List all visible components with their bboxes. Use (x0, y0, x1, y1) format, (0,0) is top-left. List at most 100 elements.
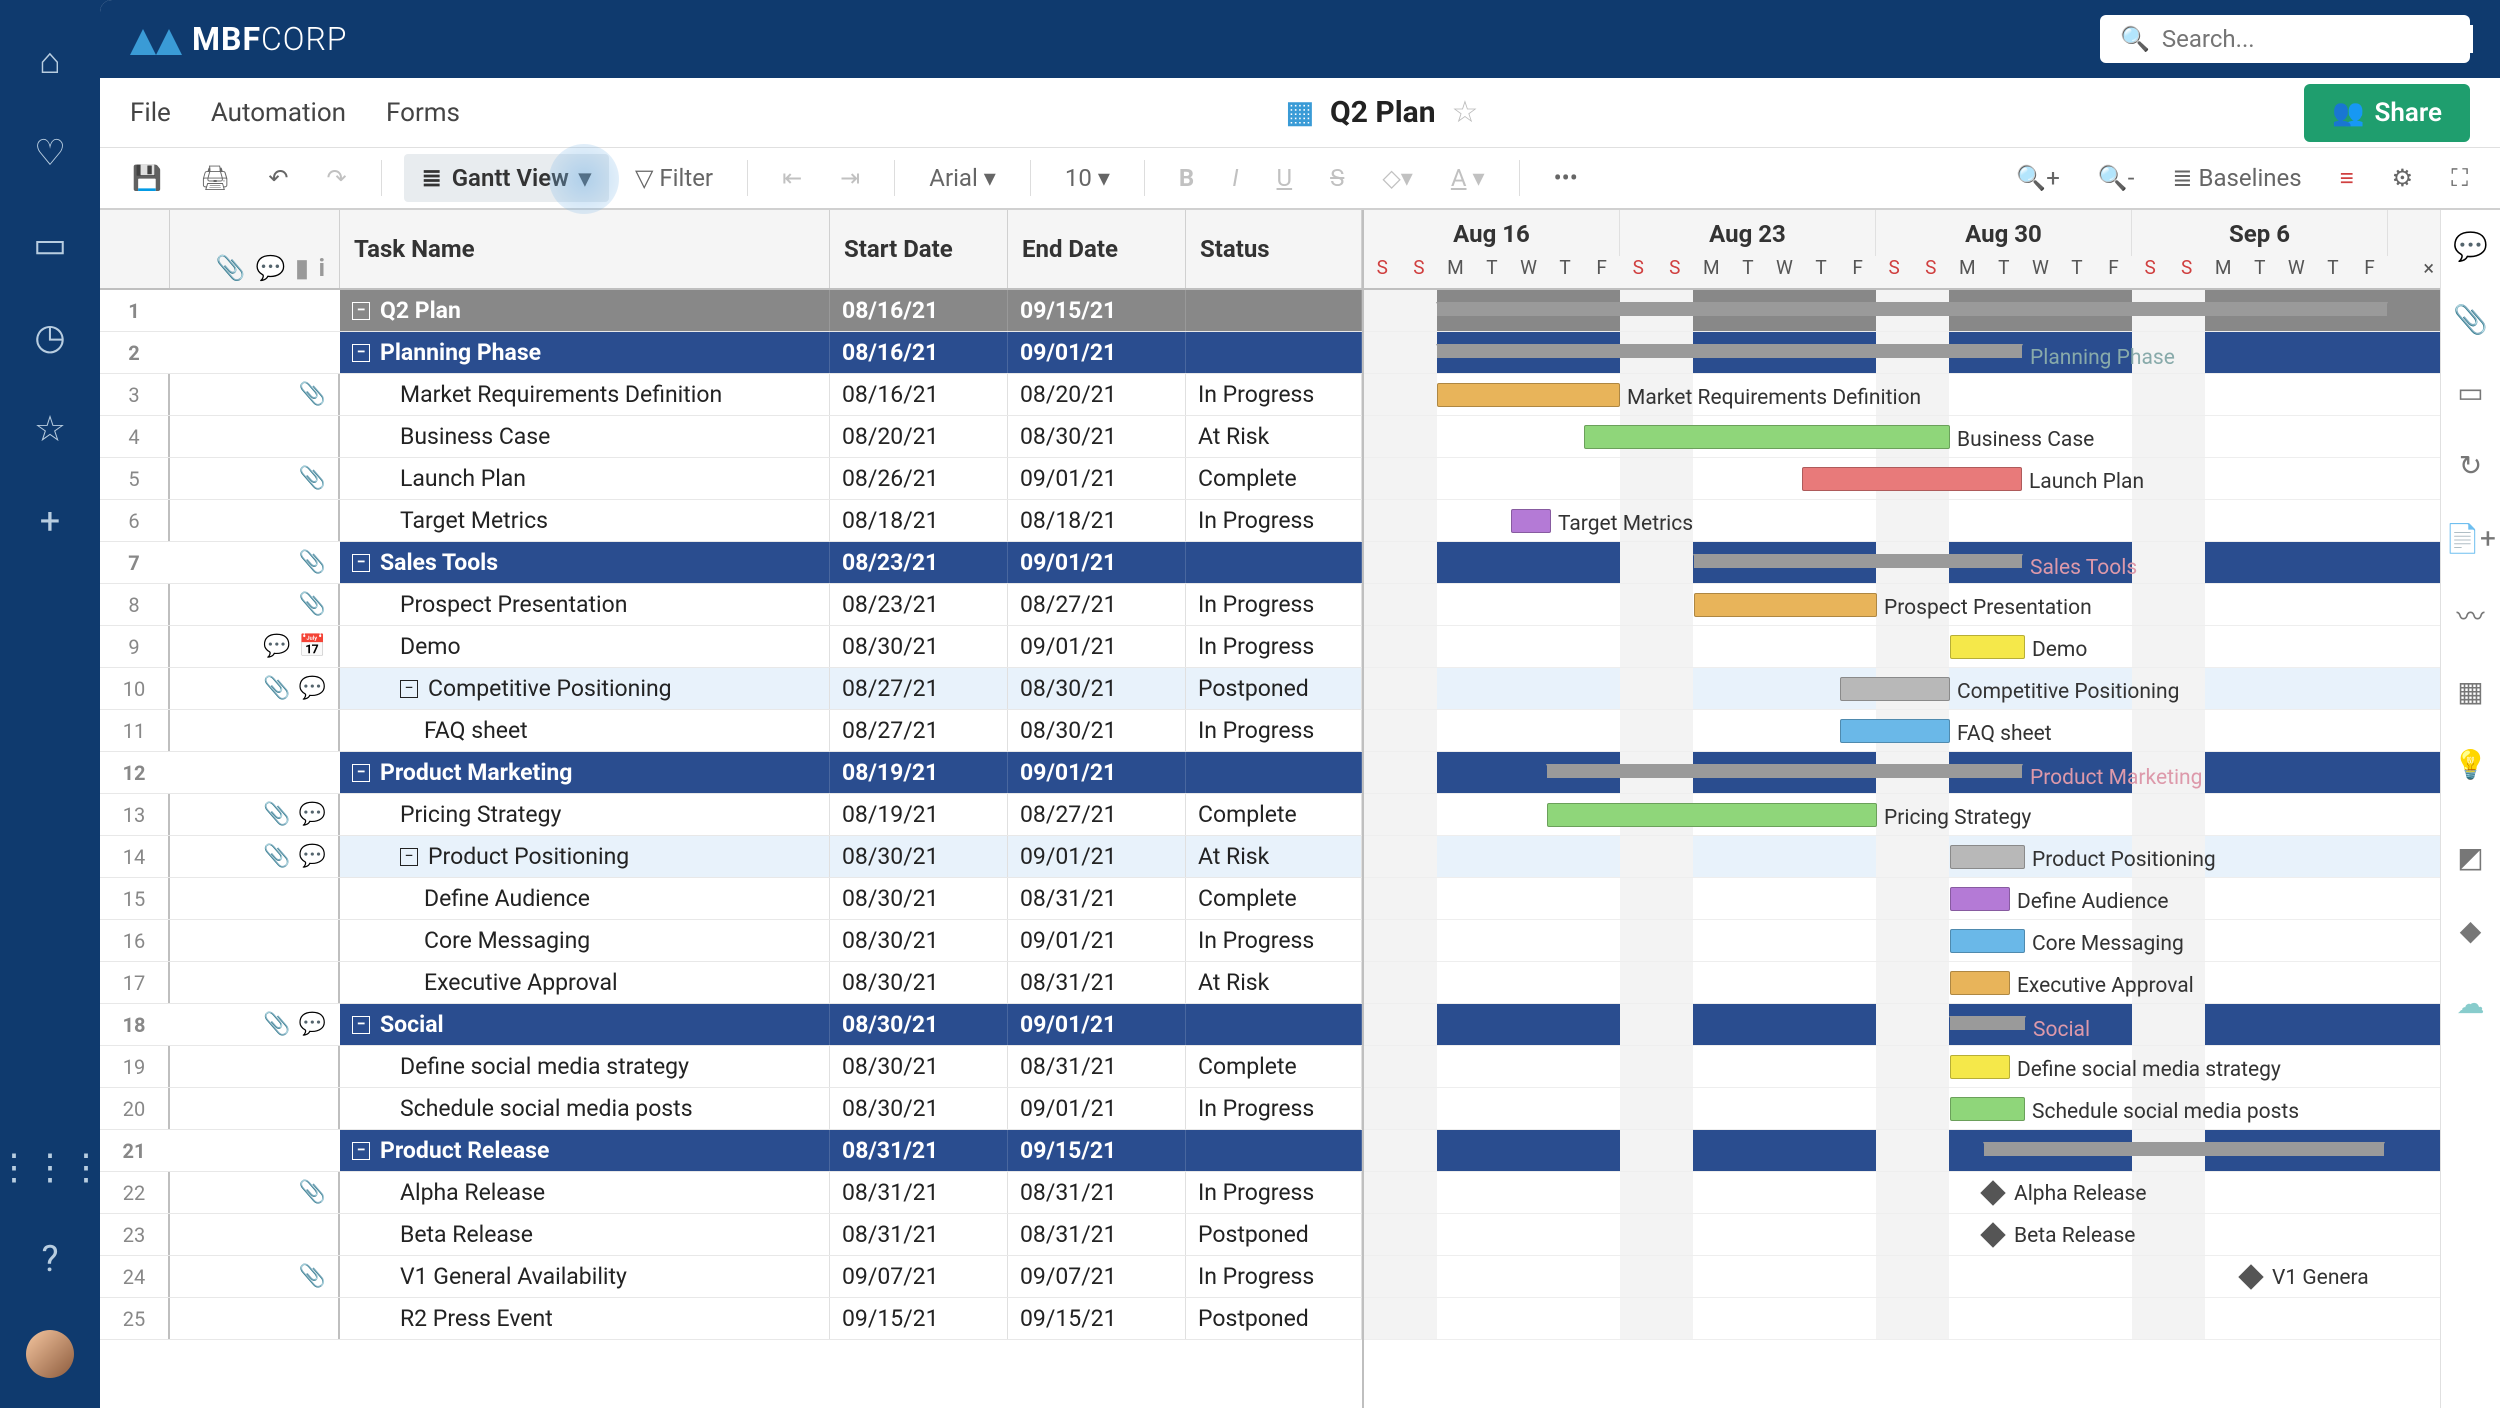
folder-icon[interactable]: ▭ (33, 224, 67, 266)
collapse-icon[interactable]: − (400, 680, 418, 698)
clip-icon[interactable]: 📎 (299, 466, 326, 491)
table-row[interactable]: 23Beta Release08/31/2108/31/21Postponed (100, 1214, 1362, 1256)
menu-forms[interactable]: Forms (386, 98, 460, 128)
critical-path-icon[interactable]: ≡ (2328, 156, 2366, 201)
chat-icon[interactable]: 💬 (299, 1012, 326, 1037)
table-row[interactable]: 3📎Market Requirements Definition08/16/21… (100, 374, 1362, 416)
table-row[interactable]: 5📎Launch Plan08/26/2109/01/21Complete (100, 458, 1362, 500)
gantt-bar[interactable]: Target Metrics (1511, 509, 1551, 533)
start-date[interactable]: 08/27/21 (830, 668, 1008, 709)
task-name[interactable]: −Product Marketing (340, 752, 830, 793)
end-date[interactable]: 09/01/21 (1008, 836, 1186, 877)
end-date[interactable]: 09/07/21 (1008, 1256, 1186, 1297)
bell-icon[interactable]: ♡ (34, 132, 66, 174)
end-date[interactable]: 09/01/21 (1008, 542, 1186, 583)
cal-icon[interactable]: 📅 (299, 634, 326, 659)
table-row[interactable]: 11FAQ sheet08/27/2108/30/21In Progress (100, 710, 1362, 752)
task-name[interactable]: Define Audience (340, 878, 830, 919)
task-name[interactable]: Market Requirements Definition (340, 374, 830, 415)
start-date[interactable]: 08/18/21 (830, 500, 1008, 541)
task-name[interactable]: −Product Release (340, 1130, 830, 1171)
start-date[interactable]: 08/30/21 (830, 1088, 1008, 1129)
start-date[interactable]: 08/16/21 (830, 332, 1008, 373)
status-cell[interactable]: In Progress (1186, 626, 1362, 667)
end-date[interactable]: 09/01/21 (1008, 920, 1186, 961)
end-date[interactable]: 09/01/21 (1008, 1088, 1186, 1129)
home-icon[interactable]: ⌂ (39, 40, 61, 82)
table-row[interactable]: 15Define Audience08/30/2108/31/21Complet… (100, 878, 1362, 920)
end-date[interactable]: 08/30/21 (1008, 416, 1186, 457)
table-row[interactable]: 8📎Prospect Presentation08/23/2108/27/21I… (100, 584, 1362, 626)
task-name[interactable]: −Social (340, 1004, 830, 1045)
end-date[interactable]: 09/01/21 (1008, 458, 1186, 499)
table-row[interactable]: 13📎💬Pricing Strategy08/19/2108/27/21Comp… (100, 794, 1362, 836)
end-date[interactable]: 09/01/21 (1008, 626, 1186, 667)
gantt-bar[interactable]: Prospect Presentation (1694, 593, 1877, 617)
clip-icon[interactable]: 📎 (263, 676, 290, 701)
col-taskname[interactable]: Task Name (340, 210, 830, 288)
task-name[interactable]: Business Case (340, 416, 830, 457)
start-date[interactable]: 08/16/21 (830, 290, 1008, 331)
fullscreen-icon[interactable]: ⛶ (2439, 156, 2480, 200)
gantt-bar[interactable]: Product Positioning (1950, 845, 2025, 869)
gantt-bar[interactable]: Sales Tools (1694, 554, 2022, 568)
task-name[interactable]: Pricing Strategy (340, 794, 830, 835)
collapse-icon[interactable]: − (352, 1016, 370, 1034)
bold-icon[interactable]: B (1167, 156, 1206, 200)
gantt-milestone[interactable] (2238, 1264, 2263, 1289)
share-button[interactable]: 👥 Share (2304, 84, 2470, 142)
table-row[interactable]: 12−Product Marketing08/19/2109/01/21 (100, 752, 1362, 794)
table-row[interactable]: 22📎Alpha Release08/31/2108/31/21In Progr… (100, 1172, 1362, 1214)
row-number[interactable]: 13 (100, 794, 170, 835)
search-field[interactable] (2162, 25, 2473, 53)
end-date[interactable]: 08/31/21 (1008, 1172, 1186, 1213)
status-cell[interactable]: In Progress (1186, 1256, 1362, 1297)
italic-icon[interactable]: I (1220, 156, 1250, 200)
gantt-bar[interactable] (1984, 1142, 2384, 1156)
gantt-bar[interactable]: Business Case (1584, 425, 1950, 449)
help-icon[interactable]: ? (41, 1238, 58, 1280)
collapse-icon[interactable]: − (352, 764, 370, 782)
recent-icon[interactable]: ◷ (34, 316, 65, 358)
gantt-bar[interactable]: Define Audience (1950, 887, 2010, 911)
clip-icon[interactable]: 📎 (299, 1264, 326, 1289)
table-row[interactable]: 10📎💬−Competitive Positioning08/27/2108/3… (100, 668, 1362, 710)
end-date[interactable]: 08/27/21 (1008, 584, 1186, 625)
end-date[interactable]: 09/15/21 (1008, 1130, 1186, 1171)
task-name[interactable]: R2 Press Event (340, 1298, 830, 1339)
start-date[interactable]: 08/30/21 (830, 1046, 1008, 1087)
menu-file[interactable]: File (130, 98, 171, 128)
print-icon[interactable]: 🖨 (188, 156, 242, 200)
search-input[interactable]: 🔍 (2100, 15, 2470, 63)
start-date[interactable]: 08/31/21 (830, 1214, 1008, 1255)
outdent-icon[interactable]: ⇤ (770, 156, 814, 200)
table-row[interactable]: 14📎💬−Product Positioning08/30/2109/01/21… (100, 836, 1362, 878)
end-date[interactable]: 09/01/21 (1008, 1004, 1186, 1045)
status-cell[interactable] (1186, 542, 1362, 583)
task-name[interactable]: Define social media strategy (340, 1046, 830, 1087)
start-date[interactable]: 08/16/21 (830, 374, 1008, 415)
status-cell[interactable]: Complete (1186, 1046, 1362, 1087)
gantt-bar[interactable]: Planning Phase (1437, 344, 2022, 358)
row-number[interactable]: 16 (100, 920, 170, 961)
row-number[interactable]: 25 (100, 1298, 170, 1339)
gantt-milestone[interactable] (1980, 1180, 2005, 1205)
row-number[interactable]: 10 (100, 668, 170, 709)
table-row[interactable]: 17Executive Approval08/30/2108/31/21At R… (100, 962, 1362, 1004)
task-name[interactable]: Schedule social media posts (340, 1088, 830, 1129)
row-number[interactable]: 19 (100, 1046, 170, 1087)
status-cell[interactable]: In Progress (1186, 584, 1362, 625)
task-name[interactable]: Target Metrics (340, 500, 830, 541)
table-row[interactable]: 24📎V1 General Availability09/07/2109/07/… (100, 1256, 1362, 1298)
end-date[interactable]: 09/01/21 (1008, 332, 1186, 373)
brief-icon[interactable]: ▦ (2457, 675, 2483, 708)
app1-icon[interactable]: ◩ (2457, 841, 2483, 874)
start-date[interactable]: 08/23/21 (830, 584, 1008, 625)
task-name[interactable]: Prospect Presentation (340, 584, 830, 625)
end-date[interactable]: 08/27/21 (1008, 794, 1186, 835)
status-cell[interactable]: Complete (1186, 458, 1362, 499)
collapse-icon[interactable]: − (352, 302, 370, 320)
end-date[interactable]: 08/20/21 (1008, 374, 1186, 415)
status-cell[interactable] (1186, 1130, 1362, 1171)
row-number[interactable]: 8 (100, 584, 170, 625)
